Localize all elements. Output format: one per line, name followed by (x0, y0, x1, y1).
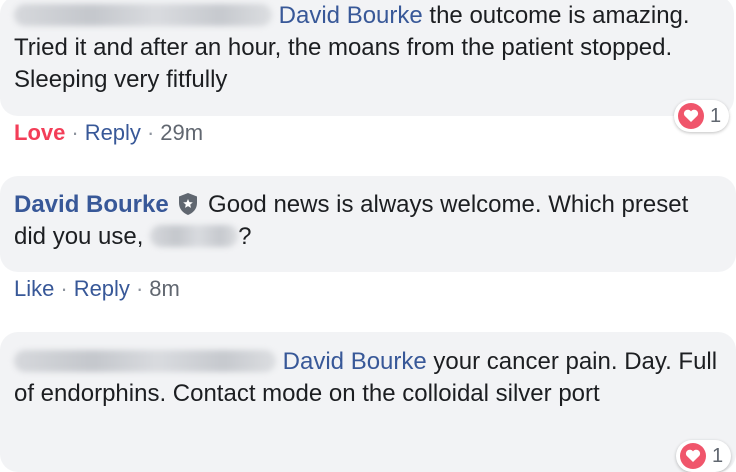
timestamp[interactable]: 29m (160, 120, 203, 145)
redacted-name (14, 4, 272, 26)
reaction-count-value: 1 (710, 104, 722, 127)
comment-actions: Love · Reply · 29m (14, 120, 204, 145)
heart-icon (678, 103, 704, 129)
reaction-count-value: 1 (712, 444, 724, 467)
redacted-name (14, 350, 276, 372)
comment-bubble: David Bourke Good news is always welcome… (0, 176, 736, 272)
comment-actions: Like · Reply · 8m (14, 276, 180, 301)
heart-icon (680, 443, 706, 469)
reaction-count[interactable]: 1 (676, 440, 732, 472)
timestamp[interactable]: 8m (149, 276, 180, 301)
comment-bubble: David Bourke the outcome is amazing. Tri… (0, 0, 734, 116)
comment-bubble: David Bourke your cancer pain. Day. Full… (0, 332, 736, 472)
reply-link[interactable]: Reply (74, 276, 130, 301)
comment-text-end: ? (238, 223, 252, 250)
reaction-count[interactable]: 1 (674, 100, 730, 132)
comment-author[interactable]: David Bourke (14, 191, 169, 218)
like-link[interactable]: Like (14, 276, 54, 301)
redacted-name (150, 225, 239, 247)
mention-link[interactable]: David Bourke (279, 2, 423, 29)
mention-link[interactable]: David Bourke (283, 348, 427, 375)
reply-link[interactable]: Reply (85, 120, 141, 145)
love-reaction-link[interactable]: Love (14, 120, 65, 145)
shield-icon (177, 192, 199, 216)
